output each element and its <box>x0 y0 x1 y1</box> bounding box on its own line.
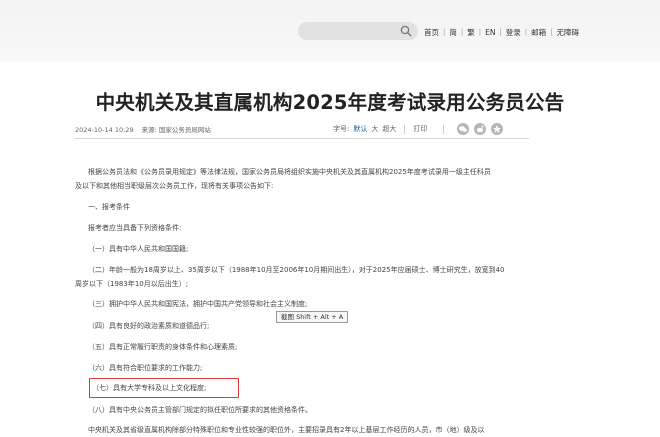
article-date: 2024-10-14 10:29 <box>75 126 134 134</box>
nav-mail-link[interactable]: 邮箱 <box>531 27 546 38</box>
condition-item: （五）具有正常履行职责的身体条件和心理素质; <box>88 343 238 351</box>
body-paragraph: 中央机关及其省级直属机构除部分特殊职位和专业性较强的职位外，主要招录具有2年以上… <box>88 426 485 434</box>
nav-separator: | <box>499 28 502 36</box>
top-header-bar: 首页 | 简 | 繁 | EN | 登录 | 邮箱 | 无障碍 <box>0 0 660 62</box>
nav-simplified-link[interactable]: 简 <box>449 27 457 38</box>
nav-home-link[interactable]: 首页 <box>424 27 439 38</box>
nav-english-link[interactable]: EN <box>485 28 495 37</box>
article-meta: 2024-10-14 10:29 来源: 国家公务员局网站 <box>75 124 211 134</box>
nav-accessibility-link[interactable]: 无障碍 <box>557 27 580 38</box>
condition-item: （一）具有中华人民共和国国籍; <box>88 245 189 253</box>
body-paragraph: 及以下和其他相当职级层次公务员工作，现将有关事项公告如下: <box>75 182 274 190</box>
condition-item: （六）具有符合职位要求的工作能力; <box>88 364 203 372</box>
header-divider <box>75 138 529 139</box>
top-nav-links: 首页 | 简 | 繁 | EN | 登录 | 邮箱 | 无障碍 <box>424 26 579 38</box>
nav-separator: | <box>443 28 446 36</box>
condition-item: （三）拥护中华人民共和国宪法，拥护中国共产党领导和社会主义制度; <box>88 300 308 308</box>
print-button[interactable]: 打印 <box>413 124 427 134</box>
nav-login-link[interactable]: 登录 <box>506 27 521 38</box>
article-source: 来源: 国家公务员局网站 <box>141 126 211 134</box>
font-size-large[interactable]: 大 <box>371 124 378 134</box>
tools-divider <box>443 124 445 134</box>
search-icon[interactable] <box>400 25 412 37</box>
screenshot-tooltip: 截图 Shift + Alt + A <box>276 311 349 323</box>
article-tools: 字号: 默认 大 超大 打印 <box>333 123 504 135</box>
search-input[interactable] <box>298 22 418 40</box>
tools-divider <box>404 124 406 134</box>
nav-separator: | <box>550 28 553 36</box>
wechat-share-icon[interactable] <box>457 123 470 135</box>
font-size-default[interactable]: 默认 <box>353 124 367 134</box>
qzone-share-icon[interactable] <box>491 123 504 135</box>
nav-separator: | <box>478 28 482 36</box>
highlight-box <box>89 378 239 398</box>
weibo-share-icon[interactable] <box>474 123 487 135</box>
font-size-label: 字号: <box>333 125 350 133</box>
condition-item: 周岁以下（1983年10月以后出生）; <box>75 280 189 288</box>
condition-item: （二）年龄一般为18周岁以上、35周岁以下（1988年10月至2006年10月期… <box>88 266 505 274</box>
section-heading: 一、报考条件 <box>88 203 130 211</box>
nav-separator: | <box>460 28 464 36</box>
condition-item: （四）具有良好的政治素质和道德品行; <box>88 322 210 330</box>
font-size-xlarge[interactable]: 超大 <box>382 124 396 134</box>
condition-item: （八）具有中央公务员主管部门规定的拟任职位所要求的其他资格条件。 <box>88 406 312 414</box>
nav-traditional-link[interactable]: 繁 <box>467 27 475 38</box>
article-title: 中央机关及其直属机构2025年度考试录用公务员公告 <box>95 91 565 114</box>
nav-separator: | <box>524 28 528 36</box>
body-paragraph: 报考者应当具备下列资格条件: <box>88 224 182 232</box>
body-paragraph: 根据公务员法和《公务员录用规定》等法律法规，国家公务员局将组织实施中央机关及其直… <box>88 168 491 176</box>
